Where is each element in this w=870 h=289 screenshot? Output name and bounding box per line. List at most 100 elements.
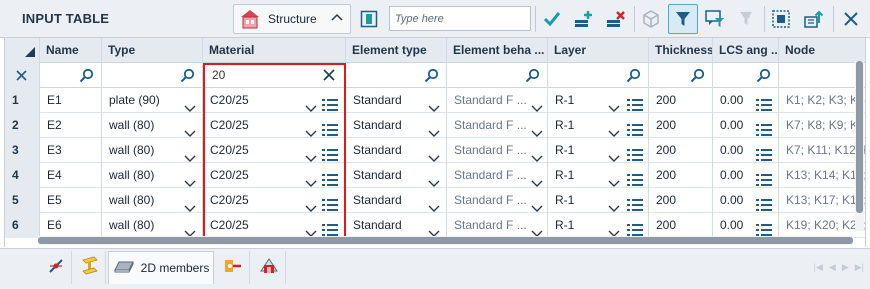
- add-row-button[interactable]: [570, 4, 598, 34]
- filter-layer[interactable]: [548, 63, 649, 88]
- table-row[interactable]: 5 E5 wall (80) C20/25 Standard Standard F ...…: [5, 188, 865, 213]
- filter-node[interactable]: [779, 63, 865, 88]
- table-row[interactable]: 1 E1 plate (90) C20/25 Standard Standard F ..…: [5, 88, 865, 113]
- chevron-down-icon[interactable]: [531, 97, 543, 113]
- cell-node[interactable]: K7; K11; K12; K13: [779, 138, 865, 163]
- clear-filter-icon[interactable]: [323, 69, 335, 84]
- layer-manager-icon[interactable]: [627, 95, 643, 113]
- cell-lcs-angle[interactable]: 0.00: [713, 163, 779, 188]
- lcs-settings-icon[interactable]: [756, 195, 772, 213]
- horizontal-scrollbar-thumb[interactable]: [38, 237, 853, 244]
- cell-node[interactable]: K13; K14; K15; K16: [779, 163, 865, 188]
- column-header-material[interactable]: Material: [203, 38, 346, 63]
- cell-type[interactable]: wall (80): [102, 113, 203, 138]
- cell-node[interactable]: K1; K2; K3; K4: [779, 88, 865, 113]
- cell-layer[interactable]: R-1: [548, 163, 649, 188]
- cell-material[interactable]: C20/25: [203, 213, 346, 238]
- chevron-down-icon[interactable]: [531, 172, 543, 188]
- cell-node[interactable]: K19; K20; K21; K22: [779, 213, 865, 238]
- row-number[interactable]: 6: [5, 213, 40, 238]
- cell-lcs-angle[interactable]: 0.00: [713, 188, 779, 213]
- chevron-down-icon[interactable]: [428, 172, 440, 188]
- column-header-node[interactable]: Node: [779, 38, 865, 63]
- properties-button[interactable]: [637, 4, 665, 34]
- material-filter-value[interactable]: 20: [212, 63, 225, 87]
- filter-thickness[interactable]: [649, 63, 713, 88]
- filter-element-behaviour[interactable]: [447, 63, 548, 88]
- next-tab-icon[interactable]: ▶: [842, 262, 849, 273]
- cell-element-behaviour[interactable]: Standard F ...: [447, 188, 548, 213]
- filter-name[interactable]: [40, 63, 102, 88]
- cell-lcs-angle[interactable]: 0.00: [713, 88, 779, 113]
- filter-comment-button[interactable]: [701, 4, 729, 34]
- chevron-down-icon[interactable]: [305, 122, 317, 138]
- tab-1d-members[interactable]: [40, 251, 72, 284]
- delete-row-button[interactable]: [602, 4, 630, 34]
- tab-openings[interactable]: [252, 251, 286, 284]
- cell-thickness[interactable]: 200: [649, 113, 713, 138]
- chevron-down-icon[interactable]: [305, 197, 317, 213]
- chevron-down-icon[interactable]: [305, 147, 317, 163]
- cell-thickness[interactable]: 200: [649, 138, 713, 163]
- chevron-down-icon[interactable]: [184, 97, 196, 113]
- column-header-layer[interactable]: Layer: [548, 38, 649, 63]
- row-number[interactable]: 2: [5, 113, 40, 138]
- previous-tab-icon[interactable]: ◀: [829, 262, 836, 273]
- chevron-down-icon[interactable]: [608, 147, 620, 163]
- cell-element-type[interactable]: Standard: [346, 213, 447, 238]
- cell-type[interactable]: wall (80): [102, 163, 203, 188]
- cell-element-behaviour[interactable]: Standard F ...: [447, 88, 548, 113]
- material-library-icon[interactable]: [322, 195, 338, 213]
- row-number[interactable]: 5: [5, 188, 40, 213]
- chevron-down-icon[interactable]: [608, 97, 620, 113]
- cell-name[interactable]: E1: [40, 88, 102, 113]
- chevron-down-icon[interactable]: [184, 172, 196, 188]
- column-header-thickness[interactable]: Thickness: [649, 38, 713, 63]
- clear-all-filters-button[interactable]: [5, 63, 40, 88]
- cell-node[interactable]: K7; K8; K9; K10: [779, 113, 865, 138]
- cell-element-behaviour[interactable]: Standard F ...: [447, 213, 548, 238]
- search-icon[interactable]: [525, 68, 540, 86]
- material-library-icon[interactable]: [322, 145, 338, 163]
- cell-lcs-angle[interactable]: 0.00: [713, 113, 779, 138]
- table-row[interactable]: 6 E6 wall (80) C20/25 Standard Standard F ...…: [5, 213, 865, 238]
- cell-element-behaviour[interactable]: Standard F ...: [447, 113, 548, 138]
- cell-layer[interactable]: R-1: [548, 213, 649, 238]
- search-input[interactable]: [390, 7, 530, 30]
- row-number[interactable]: 1: [5, 88, 40, 113]
- cell-type[interactable]: wall (80): [102, 213, 203, 238]
- cell-lcs-angle[interactable]: 0.00: [713, 138, 779, 163]
- cell-thickness[interactable]: 200: [649, 163, 713, 188]
- filter-material[interactable]: 20: [203, 63, 346, 88]
- cell-name[interactable]: E5: [40, 188, 102, 213]
- select-all-corner[interactable]: [5, 38, 40, 63]
- cell-type[interactable]: wall (80): [102, 188, 203, 213]
- tab-supports[interactable]: [216, 251, 250, 284]
- layer-manager-icon[interactable]: [627, 195, 643, 213]
- material-library-icon[interactable]: [322, 95, 338, 113]
- clear-filter-button[interactable]: [732, 4, 760, 34]
- vertical-scrollbar-thumb[interactable]: [856, 61, 863, 213]
- filter-type[interactable]: [102, 63, 203, 88]
- cell-node[interactable]: K13; K17; K18; K19: [779, 188, 865, 213]
- first-tab-icon[interactable]: |◀: [814, 262, 823, 273]
- tab-cross-sections[interactable]: [74, 251, 106, 284]
- cell-thickness[interactable]: 200: [649, 213, 713, 238]
- cell-layer[interactable]: R-1: [548, 113, 649, 138]
- filter-lcs-angle[interactable]: [713, 63, 779, 88]
- lcs-settings-icon[interactable]: [756, 120, 772, 138]
- table-row[interactable]: 3 E3 wall (80) C20/25 Standard Standard F ...…: [5, 138, 865, 163]
- chevron-down-icon[interactable]: [531, 122, 543, 138]
- cell-layer[interactable]: R-1: [548, 88, 649, 113]
- layer-manager-icon[interactable]: [627, 170, 643, 188]
- confirm-button[interactable]: [538, 4, 566, 34]
- search-icon[interactable]: [626, 68, 641, 86]
- chevron-down-icon[interactable]: [531, 147, 543, 163]
- row-number[interactable]: 4: [5, 163, 40, 188]
- cell-lcs-angle[interactable]: 0.00: [713, 213, 779, 238]
- tab-2d-members[interactable]: 2D members: [108, 251, 214, 284]
- column-header-type[interactable]: Type: [102, 38, 203, 63]
- cell-name[interactable]: E3: [40, 138, 102, 163]
- search-icon[interactable]: [79, 68, 94, 86]
- search-box[interactable]: [389, 6, 531, 31]
